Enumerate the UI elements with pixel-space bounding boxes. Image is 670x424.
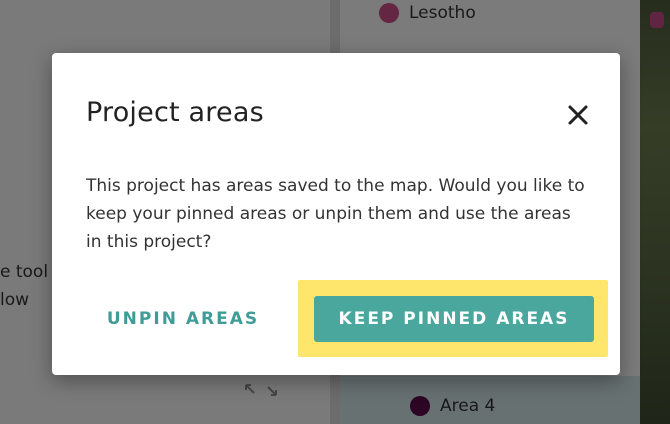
unpin-areas-button[interactable]: UNPIN AREAS	[88, 299, 278, 339]
dialog-title: Project areas	[86, 97, 264, 128]
app-window: Lesotho Area 4 e tool low Project areas …	[0, 0, 670, 424]
keep-pinned-areas-button[interactable]: KEEP PINNED AREAS	[314, 296, 594, 342]
dialog-message: This project has areas saved to the map.…	[86, 176, 585, 252]
close-icon	[568, 105, 588, 125]
close-button[interactable]	[562, 99, 594, 131]
project-areas-dialog: Project areas This project has areas sav…	[52, 53, 620, 375]
